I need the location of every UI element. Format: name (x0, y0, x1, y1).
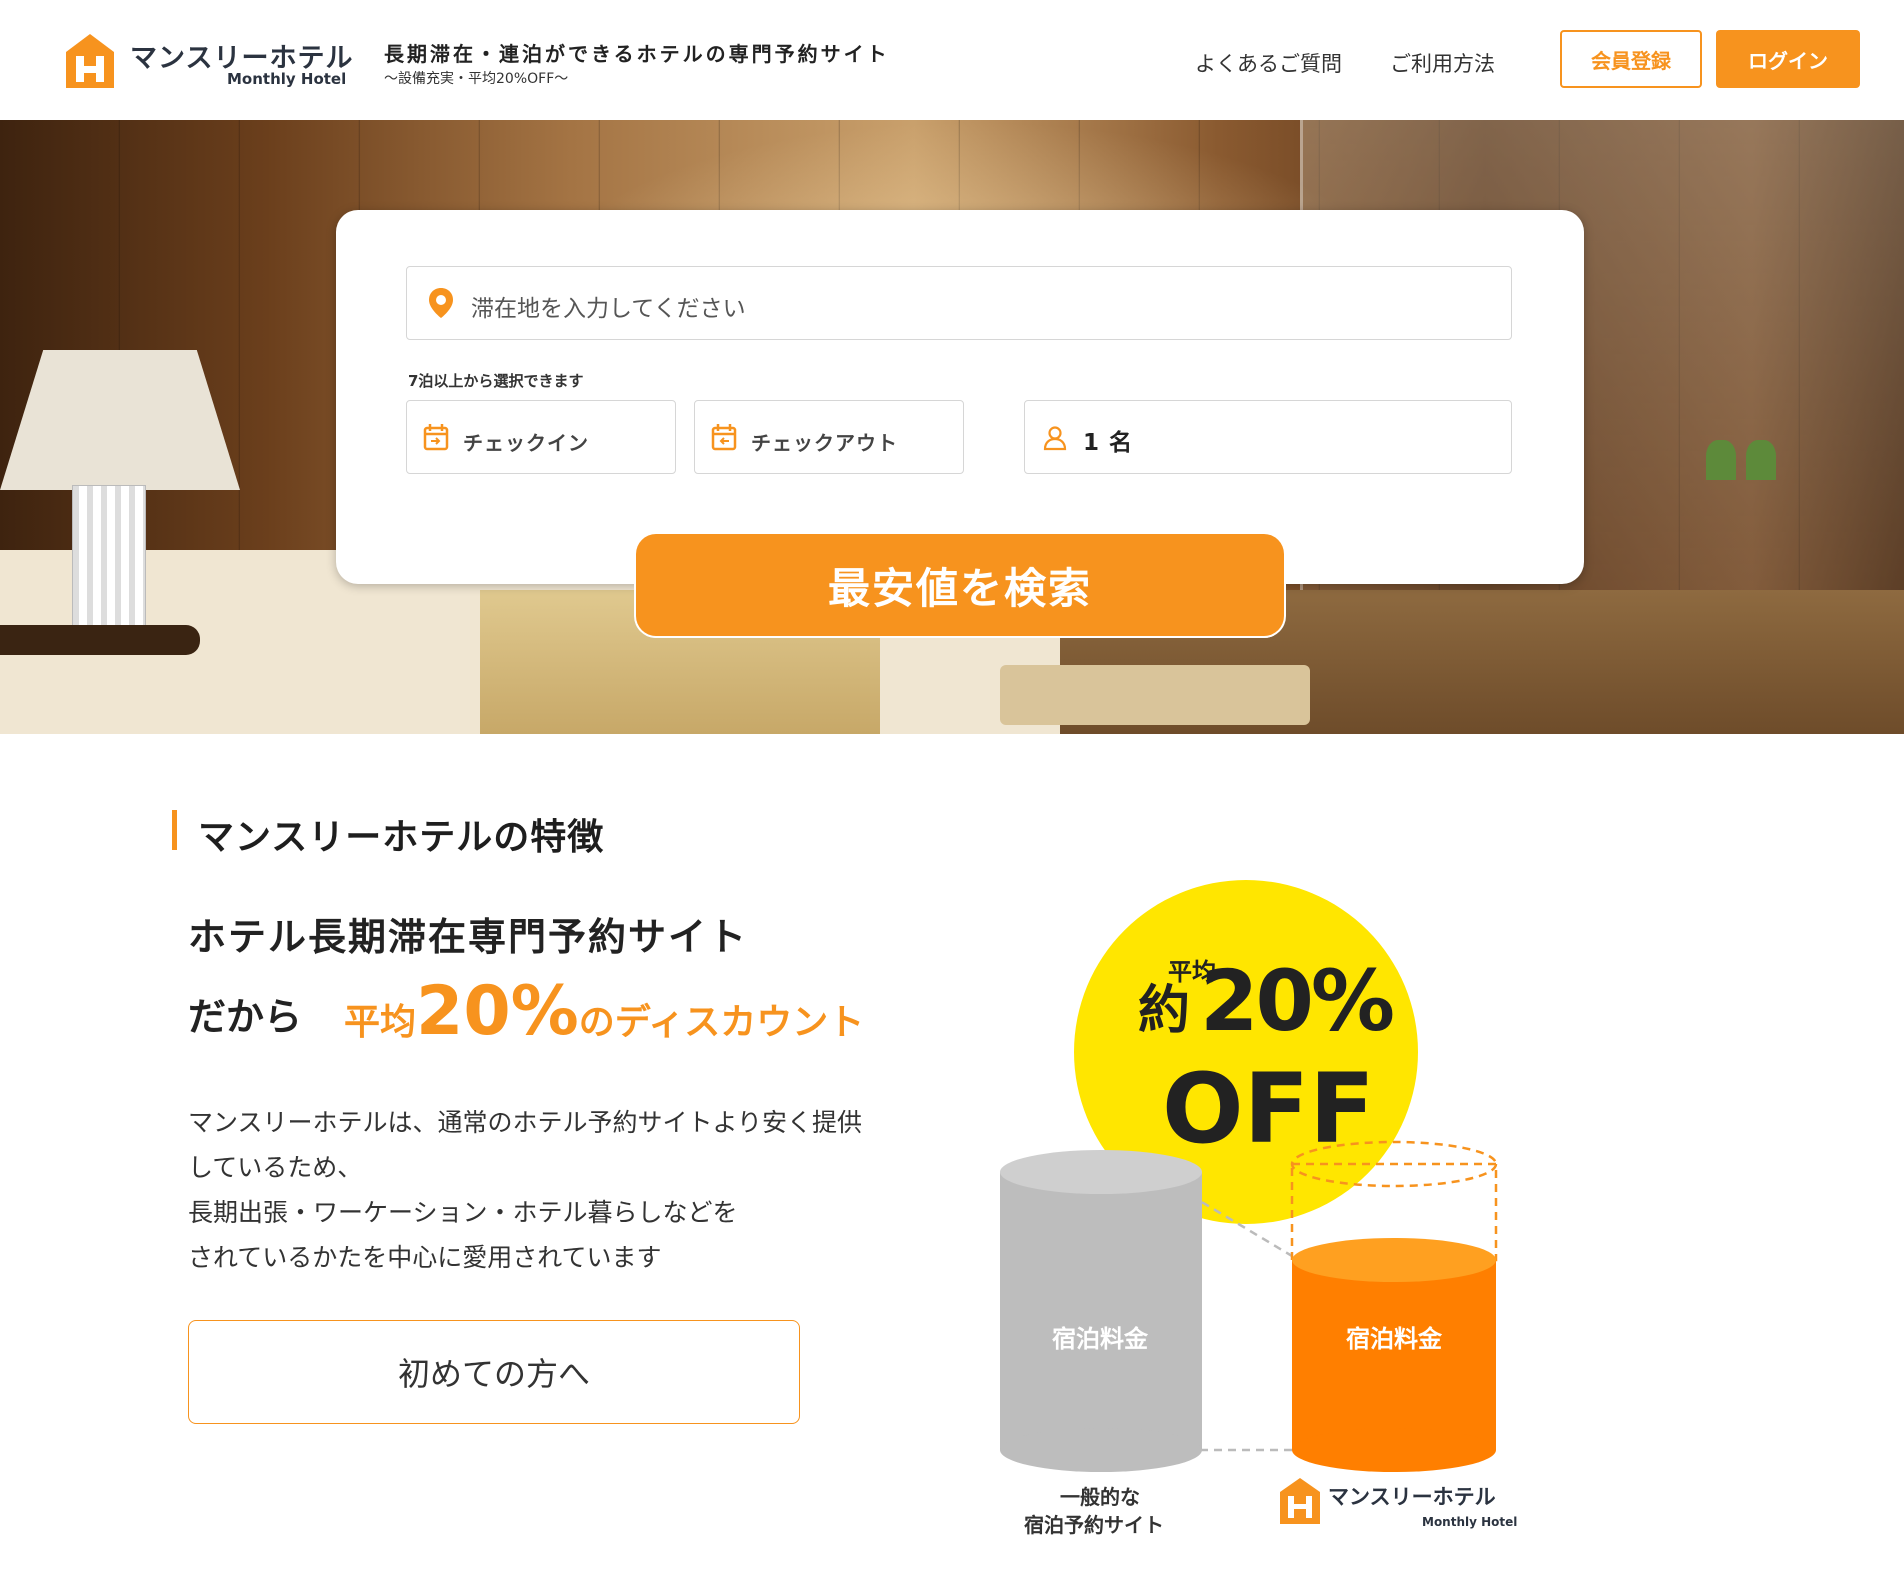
discount-highlight: 平均20%のディスカウント (344, 972, 864, 1051)
register-button[interactable]: 会員登録 (1560, 30, 1702, 88)
discount-suffix: のディスカウント (578, 1002, 865, 1043)
caption-logo-mark-icon (1280, 1478, 1320, 1524)
search-card: 滞在地を入力してください 7泊以上から選択できます チェックイン チェックアウト… (336, 210, 1584, 584)
stay-length-note: 7泊以上から選択できます (408, 372, 584, 390)
orange-cylinder-label: 宿泊料金 (1346, 1325, 1443, 1353)
description-line: 長期出張・ワーケーション・ホテル暮らしなどを (188, 1198, 738, 1227)
location-input[interactable]: 滞在地を入力してください (406, 266, 1512, 340)
orange-cylinder-body (1292, 1260, 1496, 1450)
description-line: しているため、 (188, 1153, 363, 1182)
nav-howto-link[interactable]: ご利用方法 (1390, 48, 1495, 78)
badge-approx-text: 約 (1138, 981, 1190, 1041)
discount-avg-label: 平均 (344, 1002, 417, 1043)
location-placeholder: 滞在地を入力してください (471, 296, 746, 322)
discount-comparison-illustration: 平均 約 20% OFF 宿泊料金 宿泊料金 一般的な 宿泊予約サイト マンスリ… (1000, 880, 1517, 1537)
caption-general-line1: 一般的な (1060, 1485, 1140, 1509)
hero-nightstand (0, 625, 200, 655)
calendar-out-icon (711, 424, 737, 451)
gray-cylinder-top (1000, 1150, 1202, 1194)
guests-value: 1 名 (1083, 430, 1134, 456)
hero-plant (1746, 440, 1776, 480)
caption-brand-jp: マンスリーホテル (1328, 1485, 1496, 1509)
person-icon (1043, 426, 1067, 451)
gray-cylinder-bottom (1000, 1428, 1202, 1472)
site-subtagline: 〜設備充実・平均20%OFF〜 (384, 71, 569, 87)
site-header: マンスリーホテル Monthly Hotel 長期滞在・連泊ができるホテルの専門… (0, 0, 1904, 120)
hero-plant (1706, 440, 1736, 480)
orange-cylinder-bottom (1292, 1428, 1496, 1472)
search-submit-button[interactable]: 最安値を検索 (636, 534, 1284, 636)
login-button[interactable]: ログイン (1716, 30, 1860, 88)
description-line: マンスリーホテルは、通常のホテル予約サイトより安く提供 (188, 1108, 863, 1137)
features-description: マンスリーホテルは、通常のホテル予約サイトより安く提供 しているため、 長期出張… (188, 1100, 968, 1280)
gray-cylinder-body (1000, 1172, 1202, 1450)
caption-brand-en: Monthly Hotel (1422, 1515, 1517, 1529)
features-headline-line1: ホテル長期滞在専門予約サイト (188, 915, 749, 959)
logo-mark-icon (66, 34, 114, 88)
section-title-accent (172, 810, 177, 850)
gray-cylinder-label: 宿泊料金 (1052, 1325, 1149, 1353)
checkout-field[interactable]: チェックアウト (694, 400, 964, 474)
hero-lamp-base (72, 485, 146, 627)
logo-subtext: Monthly Hotel (227, 70, 347, 88)
checkin-label: チェックイン (463, 431, 589, 455)
orange-cylinder-top (1292, 1238, 1496, 1282)
nav-faq-link[interactable]: よくあるご質問 (1195, 48, 1342, 78)
discount-percent: 20% (416, 972, 579, 1051)
calendar-in-icon (423, 424, 449, 451)
guests-field[interactable]: 1 名 (1024, 400, 1512, 474)
site-tagline: 長期滞在・連泊ができるホテルの専門予約サイト (384, 42, 890, 66)
site-logo[interactable]: マンスリーホテル Monthly Hotel (62, 30, 352, 92)
caption-general-line2: 宿泊予約サイト (1024, 1513, 1164, 1537)
features-headline-prefix: だから (188, 995, 303, 1039)
checkin-field[interactable]: チェックイン (406, 400, 676, 474)
hero-bench (1000, 665, 1310, 725)
badge-percent-text: 20% (1200, 952, 1393, 1050)
badge-off-text: OFF (1162, 1053, 1375, 1165)
features-section-title: マンスリーホテルの特徴 (198, 817, 605, 858)
map-pin-icon (429, 288, 453, 318)
first-time-guide-button[interactable]: 初めての方へ (188, 1320, 800, 1424)
checkout-label: チェックアウト (751, 431, 898, 455)
caption-brand-logo (1280, 1478, 1320, 1524)
description-line: されているかたを中心に愛用されています (188, 1243, 662, 1272)
